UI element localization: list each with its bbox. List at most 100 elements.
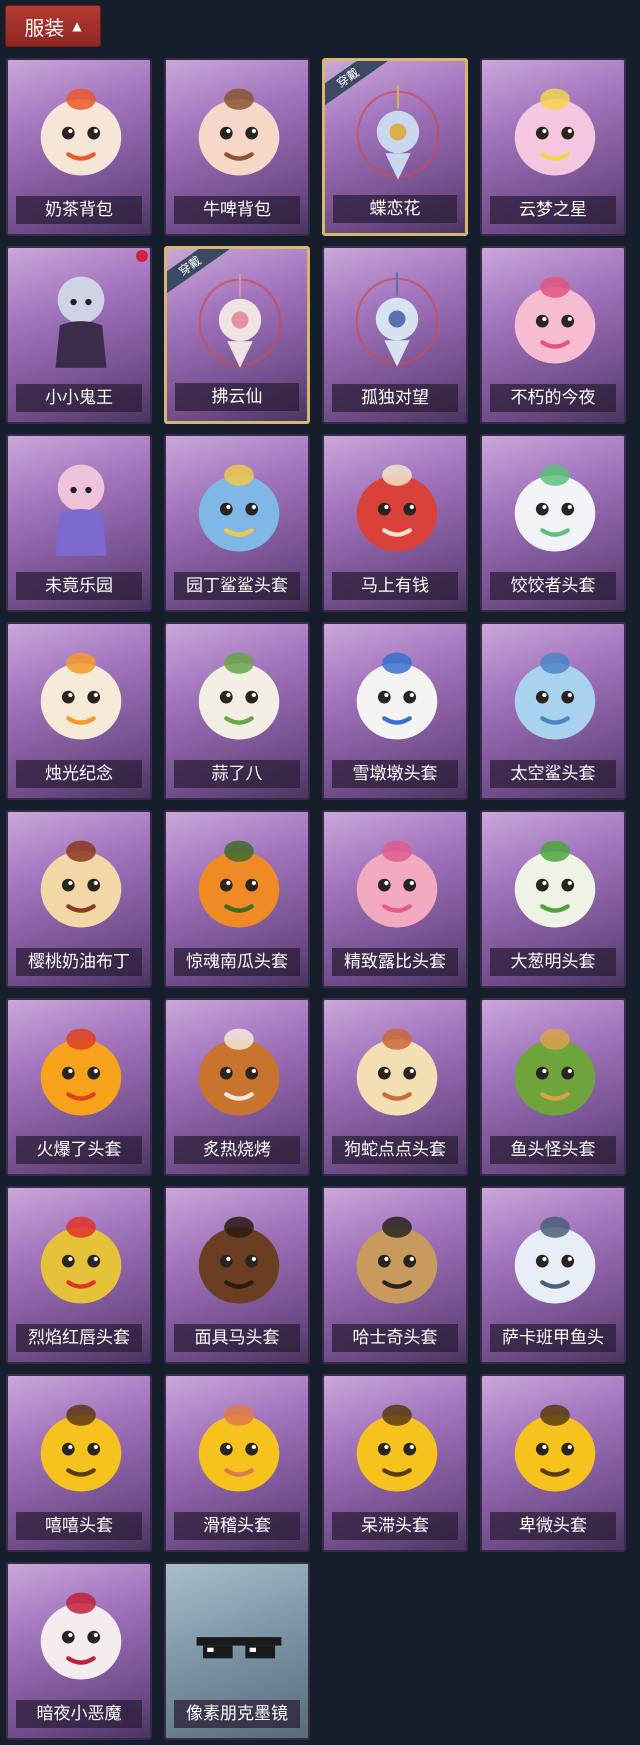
outfit-item-name: 小小鬼王 (16, 384, 142, 412)
outfit-item-name: 暗夜小恶魔 (16, 1700, 142, 1728)
outfit-item-name: 饺饺者头套 (490, 572, 616, 600)
outfit-item-card[interactable]: 呆滞头套 (322, 1374, 468, 1552)
outfit-item-name: 大葱明头套 (490, 948, 616, 976)
outfit-item-card[interactable]: 大葱明头套 (480, 810, 626, 988)
outfit-item-card[interactable]: 火爆了头套 (6, 998, 152, 1176)
outfit-item-name: 雪墩墩头套 (332, 760, 458, 788)
outfit-item-card[interactable]: 穿戴 蝶恋花 (322, 58, 468, 236)
humble-emoji-head-icon (502, 1394, 608, 1500)
outfit-item-card[interactable]: 哈士奇头套 (322, 1186, 468, 1364)
sacabambaspis-head-icon (502, 1206, 608, 1312)
outfit-item-name: 哈士奇头套 (332, 1324, 458, 1352)
outfit-item-name: 樱桃奶油布丁 (16, 948, 142, 976)
outfit-item-card[interactable]: 云梦之星 (480, 58, 626, 236)
candle-head-icon (28, 642, 134, 748)
outfit-item-card[interactable]: 烛光纪念 (6, 622, 152, 800)
lonely-gaze-charm-icon (344, 266, 450, 372)
pumpkin-head-icon (186, 830, 292, 936)
outfit-item-name: 炙热烧烤 (174, 1136, 300, 1164)
outfit-item-card[interactable]: 园丁鲨鲨头套 (164, 434, 310, 612)
outfit-item-card[interactable]: 雪墩墩头套 (322, 622, 468, 800)
grilled-meat-head-icon (186, 1018, 292, 1124)
outfit-item-grid: 奶茶背包 牛啤背包 穿戴 蝶恋花 云梦之星小小鬼王 穿戴 拂云仙 孤独对望 不朽的今夜未竟乐园 园… (6, 58, 626, 1740)
new-indicator-dot (136, 250, 148, 262)
little-devil-head-icon (28, 1582, 134, 1688)
outfit-item-card[interactable]: 炙热烧烤 (164, 998, 310, 1176)
dazed-emoji-head-icon (344, 1394, 450, 1500)
funny-emoji-head-icon (186, 1394, 292, 1500)
cloud-fairy-charm-icon (187, 267, 293, 373)
outfit-item-card[interactable]: 嘻嘻头套 (6, 1374, 152, 1552)
outfit-item-name: 面具马头套 (174, 1324, 300, 1352)
outfit-item-name: 滑稽头套 (174, 1512, 300, 1540)
outfit-item-card[interactable]: 烈焰红唇头套 (6, 1186, 152, 1364)
outfit-item-name: 火爆了头套 (16, 1136, 142, 1164)
outfit-item-card[interactable]: 像素朋克墨镜 (164, 1562, 310, 1740)
outfit-item-name: 牛啤背包 (174, 196, 300, 224)
garlic-head-icon (186, 642, 292, 748)
outfit-item-card[interactable]: 萨卡班甲鱼头 (480, 1186, 626, 1364)
outfit-item-card[interactable]: 精致露比头套 (322, 810, 468, 988)
outfit-item-card[interactable]: 蒜了八 (164, 622, 310, 800)
outfit-item-card[interactable]: 卑微头套 (480, 1374, 626, 1552)
outfit-item-card[interactable]: 狗蛇点点头套 (322, 998, 468, 1176)
outfit-item-card[interactable]: 马上有钱 (322, 434, 468, 612)
outfit-item-name: 嘻嘻头套 (16, 1512, 142, 1540)
dumpling-head-icon (502, 454, 608, 560)
snowman-head-icon (344, 642, 450, 748)
outfit-item-card[interactable]: 惊魂南瓜头套 (164, 810, 310, 988)
outfit-item-name: 狗蛇点点头套 (332, 1136, 458, 1164)
outfit-item-card[interactable]: 樱桃奶油布丁 (6, 810, 152, 988)
space-shark-head-icon (502, 642, 608, 748)
pixel-sunglasses-icon (186, 1582, 292, 1688)
outfit-item-card[interactable]: 滑稽头套 (164, 1374, 310, 1552)
outfit-item-card[interactable]: 不朽的今夜 (480, 246, 626, 424)
fireball-head-icon (28, 1018, 134, 1124)
outfit-item-name: 呆滞头套 (332, 1512, 458, 1540)
outfit-item-name: 奶茶背包 (16, 196, 142, 224)
milk-tea-backpack-icon (28, 78, 134, 184)
snake-dog-head-icon (344, 1018, 450, 1124)
paradise-girl-figure-icon (28, 454, 134, 560)
outfit-item-card[interactable]: 暗夜小恶魔 (6, 1562, 152, 1740)
outfit-item-card[interactable]: 孤独对望 (322, 246, 468, 424)
outfit-item-name: 像素朋克墨镜 (174, 1700, 300, 1728)
loopy-head-icon (344, 830, 450, 936)
outfit-item-name: 卑微头套 (490, 1512, 616, 1540)
outfit-item-card[interactable]: 奶茶背包 (6, 58, 152, 236)
outfit-item-card[interactable]: 牛啤背包 (164, 58, 310, 236)
husky-head-icon (344, 1206, 450, 1312)
outfit-item-name: 未竟乐园 (16, 572, 142, 600)
grinning-emoji-head-icon (28, 1394, 134, 1500)
outfit-category-label: 服装 (24, 15, 65, 40)
outfit-item-card[interactable]: 饺饺者头套 (480, 434, 626, 612)
gardener-shark-head-icon (186, 454, 292, 560)
butterfly-flower-charm-icon (345, 79, 451, 185)
cloud-unicorn-star-icon (502, 78, 608, 184)
outfit-category-toggle[interactable]: 服装 ▲ (5, 5, 101, 47)
outfit-item-card[interactable]: 穿戴 拂云仙 (164, 246, 310, 424)
outfit-item-name: 萨卡班甲鱼头 (490, 1324, 616, 1352)
outfit-item-card[interactable]: 面具马头套 (164, 1186, 310, 1364)
outfit-item-card[interactable]: 鱼头怪头套 (480, 998, 626, 1176)
green-onion-head-icon (502, 830, 608, 936)
outfit-item-name: 孤独对望 (332, 384, 458, 412)
outfit-item-name: 蝶恋花 (333, 195, 457, 223)
outfit-item-name: 太空鲨头套 (490, 760, 616, 788)
pink-fox-bowl-icon (502, 266, 608, 372)
collapse-arrow-icon: ▲ (72, 19, 82, 33)
outfit-item-name: 马上有钱 (332, 572, 458, 600)
outfit-item-name: 蒜了八 (174, 760, 300, 788)
outfit-item-name: 精致露比头套 (332, 948, 458, 976)
outfit-item-card[interactable]: 未竟乐园 (6, 434, 152, 612)
red-lips-head-icon (28, 1206, 134, 1312)
outfit-item-name: 鱼头怪头套 (490, 1136, 616, 1164)
outfit-item-card[interactable]: 太空鲨头套 (480, 622, 626, 800)
cow-beer-backpack-icon (186, 78, 292, 184)
outfit-item-name: 不朽的今夜 (490, 384, 616, 412)
outfit-item-card[interactable]: 小小鬼王 (6, 246, 152, 424)
fish-monster-head-icon (502, 1018, 608, 1124)
outfit-item-name: 烈焰红唇头套 (16, 1324, 142, 1352)
outfit-item-name: 烛光纪念 (16, 760, 142, 788)
cherry-pudding-head-icon (28, 830, 134, 936)
